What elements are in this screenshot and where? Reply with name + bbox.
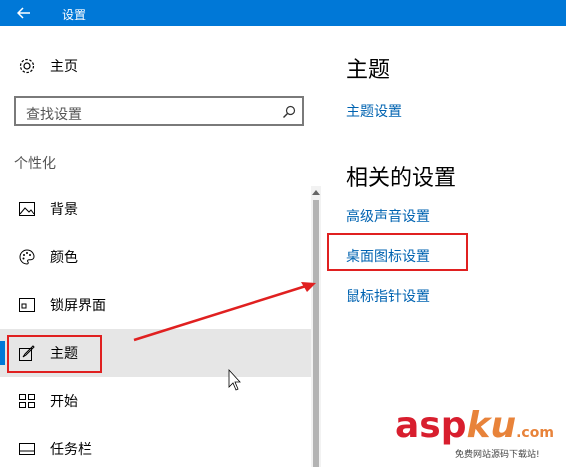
watermark-subtitle: 免费网站源码下载站!: [455, 450, 540, 460]
mouse-cursor-icon: [228, 368, 241, 391]
annotation-arrow: [133, 282, 316, 391]
watermark-text-asp: asp: [395, 405, 467, 446]
watermark-text-ku: ku: [466, 405, 517, 446]
watermark-text-com: .com: [516, 425, 554, 441]
watermark-logo: aspku.com 免费网站源码下载站!: [395, 405, 563, 465]
